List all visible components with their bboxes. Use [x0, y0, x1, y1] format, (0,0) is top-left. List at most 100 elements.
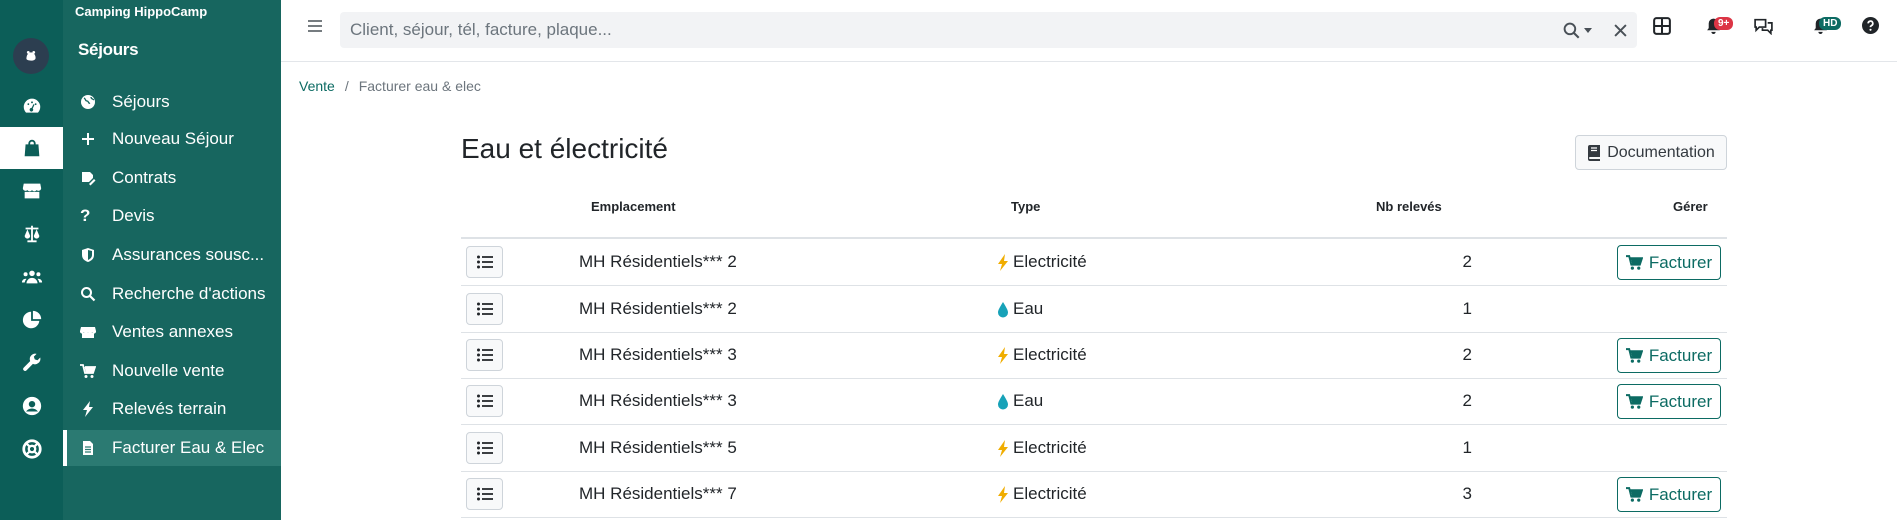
cell-type-label: Electricité [1013, 438, 1087, 457]
chevron-down-icon [1584, 28, 1592, 33]
icon-rail [0, 0, 63, 520]
cell-type-label: Eau [1013, 391, 1044, 410]
sidebar-item-label: Nouvelle vente [112, 361, 225, 380]
cell-emplacement: MH Résidentiels*** 3 [579, 345, 737, 364]
book-icon [1588, 144, 1601, 161]
users-icon[interactable] [0, 256, 63, 298]
sidebar-item-sejours[interactable]: Séjours [63, 84, 281, 120]
cart-icon [1625, 255, 1643, 270]
user-circle-icon[interactable] [0, 385, 63, 427]
details-list-button[interactable] [466, 246, 503, 278]
cell-emplacement: MH Résidentiels*** 2 [579, 252, 737, 271]
cell-nb-releves: 3 [1462, 484, 1472, 503]
col-header-nb-releves: Nb relevés [1376, 199, 1442, 214]
pie-chart-icon[interactable] [0, 299, 63, 341]
cell-nb-releves: 2 [1462, 252, 1472, 271]
store-icon[interactable] [0, 170, 63, 212]
col-header-type: Type [1011, 199, 1041, 214]
cell-nb-releves: 2 [1462, 345, 1472, 364]
plus-icon [80, 131, 102, 147]
sidebar-item-releves-terrain[interactable]: Relevés terrain [63, 391, 281, 427]
sidebar-section-title: Séjours [78, 40, 139, 59]
documentation-button[interactable]: Documentation [1575, 135, 1727, 170]
search-input[interactable]: Client, séjour, tél, facture, plaque... [350, 20, 612, 40]
chat-icon[interactable] [1753, 17, 1774, 40]
wrench-icon[interactable] [0, 342, 63, 384]
cell-type: Electricité [996, 484, 1087, 504]
cell-emplacement: MH Résidentiels*** 2 [579, 299, 737, 318]
cart-icon [1625, 487, 1643, 502]
bolt-icon [80, 401, 102, 417]
cart-icon [1625, 348, 1643, 363]
list-icon [476, 302, 493, 316]
sidebar-item-ventes-annexes[interactable]: Ventes annexes [63, 314, 281, 350]
cell-type-label: Electricité [1013, 252, 1087, 271]
notifications-badge: 9+ [1714, 17, 1734, 30]
cell-type: Electricité [996, 345, 1087, 365]
question-icon: ? [80, 206, 91, 225]
list-icon [476, 348, 493, 362]
search-icon[interactable] [1563, 22, 1592, 39]
facturer-label: Facturer [1648, 391, 1713, 411]
lifebuoy-icon[interactable] [0, 428, 63, 470]
clear-search-icon[interactable] [1614, 23, 1627, 37]
facturer-button[interactable]: Facturer [1617, 338, 1721, 373]
bolt-icon [996, 346, 1010, 364]
breadcrumb-current: Facturer eau & elec [358, 78, 481, 94]
breadcrumb-parent-link[interactable]: Vente [299, 78, 335, 94]
sidebar-item-assurances[interactable]: Assurances sousc... [63, 237, 281, 273]
breadcrumb: Vente / Facturer eau & elec [299, 78, 481, 94]
facturer-button[interactable]: Facturer [1617, 477, 1721, 512]
table-row: MH Résidentiels*** 3 Eau 2 Facturer [461, 378, 1727, 424]
table-row: MH Résidentiels*** 5 Electricité 1 [461, 425, 1727, 471]
sidebar-item-label: Nouveau Séjour [112, 129, 234, 148]
app-name: Camping HippoCamp [75, 4, 208, 19]
col-header-emplacement: Emplacement [591, 199, 676, 214]
cell-type: Electricité [996, 252, 1087, 272]
sidebar-item-nouveau-sejour[interactable]: Nouveau Séjour [63, 121, 281, 157]
facturer-button[interactable]: Facturer [1617, 384, 1721, 419]
logo-icon[interactable] [13, 38, 49, 74]
bag-icon[interactable] [0, 127, 63, 169]
cell-type: Eau [996, 299, 1043, 319]
dashboard-icon[interactable] [0, 85, 63, 127]
cell-nb-releves: 2 [1462, 391, 1472, 410]
cell-emplacement: MH Résidentiels*** 3 [579, 391, 737, 410]
cell-nb-releves: 1 [1462, 438, 1472, 457]
help-icon[interactable] [1862, 17, 1879, 39]
sidebar-item-facturer-eau-elec[interactable]: Facturer Eau & Elec [63, 430, 281, 466]
list-icon [476, 487, 493, 501]
sidebar-item-recherche[interactable]: Recherche d'actions [63, 276, 281, 312]
scale-icon[interactable] [0, 213, 63, 255]
cell-type-label: Electricité [1013, 345, 1087, 364]
app-root: Camping HippoCamp Séjours Séjours Nouvea… [0, 0, 1897, 520]
sidebar-item-devis[interactable]: ? Devis [63, 198, 281, 234]
sidebar-item-nouvelle-vente[interactable]: Nouvelle vente [63, 353, 281, 389]
sidebar-item-label: Assurances sousc... [112, 245, 265, 264]
sidebar-item-contrats[interactable]: Contrats [63, 160, 281, 196]
details-list-button[interactable] [466, 432, 503, 464]
sidebar: Camping HippoCamp Séjours Séjours Nouvea… [63, 0, 281, 520]
documentation-label: Documentation [1607, 143, 1715, 161]
topbar: Client, séjour, tél, facture, plaque... … [281, 0, 1897, 62]
cart-icon [1625, 394, 1643, 409]
details-list-button[interactable] [466, 385, 503, 417]
cell-type: Electricité [996, 438, 1087, 458]
cell-type: Eau [996, 391, 1043, 411]
breadcrumb-separator: / [344, 78, 349, 94]
sidebar-item-label: Recherche d'actions [112, 284, 266, 303]
search-bar[interactable]: Client, séjour, tél, facture, plaque... [340, 12, 1637, 48]
search-icon [80, 286, 102, 302]
details-list-button[interactable] [466, 293, 503, 325]
grid-icon[interactable] [1653, 17, 1671, 40]
details-list-button[interactable] [466, 478, 503, 510]
shield-icon [80, 247, 102, 263]
table-row: MH Résidentiels*** 2 Eau 1 [461, 286, 1727, 332]
cell-emplacement: MH Résidentiels*** 5 [579, 438, 737, 457]
facturer-button[interactable]: Facturer [1617, 245, 1721, 280]
menu-toggle-icon[interactable] [307, 18, 323, 39]
details-list-button[interactable] [466, 339, 503, 371]
cell-nb-releves: 1 [1462, 299, 1472, 318]
sidebar-item-label: Contrats [112, 168, 177, 187]
facturer-label: Facturer [1648, 484, 1713, 504]
